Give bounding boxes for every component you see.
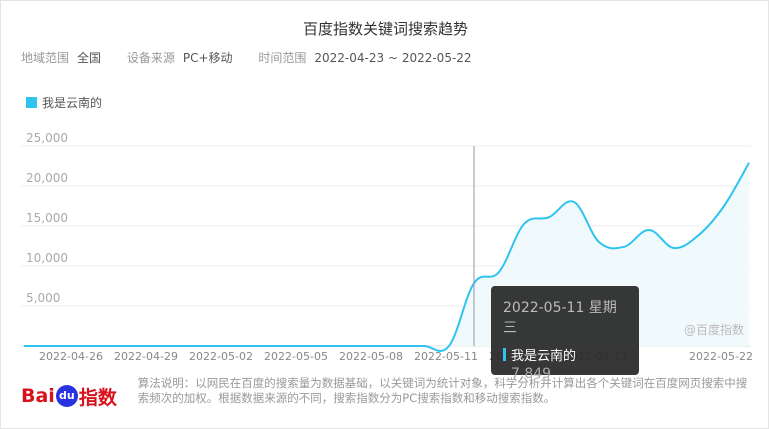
algorithm-description: 算法说明：以网民在百度的搜索量为数据基础，以关键词为统计对象，科学分析并计算出各… [137, 376, 748, 405]
x-tick-label: 2022-05-02 [189, 350, 253, 363]
tooltip-series: 我是云南的 [511, 349, 577, 364]
x-tick-label: 2022-05-11 [414, 350, 478, 363]
watermark: @百度指数 [684, 323, 745, 337]
series-area [24, 162, 749, 352]
tooltip: 2022-05-11 星期三 我是云南的 7,849 [491, 286, 639, 382]
x-tick-label: 2022-04-26 [39, 350, 103, 363]
tooltip-series-marker-icon [503, 348, 506, 361]
y-tick-label: 25,000 [26, 131, 68, 145]
tooltip-date: 2022-05-11 星期三 [503, 300, 617, 336]
y-tick-label: 15,000 [26, 211, 68, 225]
y-tick-label: 5,000 [26, 291, 60, 305]
x-tick-label: 2022-05-08 [339, 350, 403, 363]
chart-card: 百度指数关键词搜索趋势 地域范围 全国 设备来源 PC+移动 时间范围 2022-04… [0, 0, 769, 429]
y-tick-label: 20,000 [26, 171, 68, 185]
x-tick-label: 2022-04-29 [114, 350, 178, 363]
baidu-index-logo: Bai du 指数 [21, 385, 117, 409]
y-tick-label: 10,000 [26, 251, 68, 265]
footer: Bai du 指数 算法说明：以网民在百度的搜索量为数据基础，以关键词为统计对象，科… [21, 376, 751, 416]
x-tick-label: 2022-05-05 [264, 350, 328, 363]
x-tick-label: 2022-05-22 [689, 350, 753, 363]
line-chart[interactable]: 25,000 20,000 15,000 10,000 5,000 2022-04-26 2… [1, 1, 769, 429]
